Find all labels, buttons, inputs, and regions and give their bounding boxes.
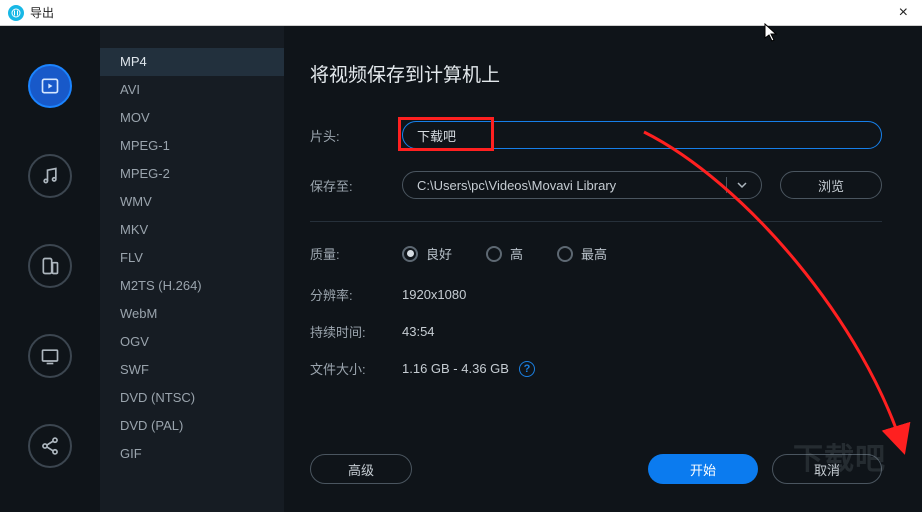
category-device-icon[interactable] bbox=[28, 244, 72, 288]
duration-row: 持续时间: 43:54 bbox=[310, 322, 882, 341]
quality-radio-1[interactable]: 高 bbox=[486, 244, 523, 263]
quality-radio-2[interactable]: 最高 bbox=[557, 244, 607, 263]
duration-label: 持续时间: bbox=[310, 322, 402, 341]
duration-value: 43:54 bbox=[402, 322, 435, 341]
category-video-icon[interactable] bbox=[28, 64, 72, 108]
format-item-mkv[interactable]: MKV bbox=[100, 216, 284, 244]
bottom-button-bar: 高级 开始 取消 bbox=[310, 454, 882, 484]
cancel-button[interactable]: 取消 bbox=[772, 454, 882, 484]
format-item-flv[interactable]: FLV bbox=[100, 244, 284, 272]
window-titlebar: 导出 × bbox=[0, 0, 922, 26]
format-item-dvd-pal-[interactable]: DVD (PAL) bbox=[100, 412, 284, 440]
format-item-swf[interactable]: SWF bbox=[100, 356, 284, 384]
title-input[interactable] bbox=[402, 121, 882, 149]
save-to-row: 保存至: C:\Users\pc\Videos\Movavi Library 浏… bbox=[310, 171, 882, 199]
settings-panel: 将视频保存到计算机上 片头: 保存至: C:\Users\pc\Videos\M… bbox=[284, 26, 922, 512]
format-item-webm[interactable]: WebM bbox=[100, 300, 284, 328]
title-label: 片头: bbox=[310, 126, 402, 145]
category-audio-icon[interactable] bbox=[28, 154, 72, 198]
title-row: 片头: bbox=[310, 121, 882, 149]
radio-dot-icon bbox=[557, 246, 573, 262]
quality-label: 质量: bbox=[310, 244, 402, 263]
app-body: MP4AVIMOVMPEG-1MPEG-2WMVMKVFLVM2TS (H.26… bbox=[0, 26, 922, 512]
category-share-icon[interactable] bbox=[28, 424, 72, 468]
filesize-value: 1.16 GB - 4.36 GB bbox=[402, 361, 509, 376]
divider bbox=[310, 221, 882, 222]
window-title: 导出 bbox=[30, 4, 54, 21]
format-item-ogv[interactable]: OGV bbox=[100, 328, 284, 356]
radio-label: 良好 bbox=[426, 244, 452, 263]
resolution-value: 1920x1080 bbox=[402, 285, 466, 304]
radio-dot-icon bbox=[402, 246, 418, 262]
format-item-m2ts-h-264-[interactable]: M2TS (H.264) bbox=[100, 272, 284, 300]
resolution-row: 分辨率: 1920x1080 bbox=[310, 285, 882, 304]
format-item-wmv[interactable]: WMV bbox=[100, 188, 284, 216]
category-tv-icon[interactable] bbox=[28, 334, 72, 378]
chevron-down-icon bbox=[726, 177, 747, 193]
format-list: MP4AVIMOVMPEG-1MPEG-2WMVMKVFLVM2TS (H.26… bbox=[100, 26, 284, 512]
radio-label: 高 bbox=[510, 244, 523, 263]
advanced-button[interactable]: 高级 bbox=[310, 454, 412, 484]
format-item-mpeg-1[interactable]: MPEG-1 bbox=[100, 132, 284, 160]
save-path-value: C:\Users\pc\Videos\Movavi Library bbox=[417, 178, 616, 193]
app-icon bbox=[8, 5, 24, 21]
help-icon[interactable]: ? bbox=[519, 361, 535, 377]
close-icon[interactable]: × bbox=[893, 4, 914, 22]
format-item-mov[interactable]: MOV bbox=[100, 104, 284, 132]
quality-row: 质量: 良好 高 最高 bbox=[310, 244, 882, 263]
filesize-label: 文件大小: bbox=[310, 359, 402, 378]
save-path-select[interactable]: C:\Users\pc\Videos\Movavi Library bbox=[402, 171, 762, 199]
save-to-label: 保存至: bbox=[310, 176, 402, 195]
cursor-icon bbox=[764, 23, 780, 43]
radio-label: 最高 bbox=[581, 244, 607, 263]
page-title: 将视频保存到计算机上 bbox=[310, 60, 882, 87]
filesize-row: 文件大小: 1.16 GB - 4.36 GB ? bbox=[310, 359, 882, 378]
quality-radio-group: 良好 高 最高 bbox=[402, 244, 607, 263]
category-iconbar bbox=[0, 26, 100, 512]
browse-button[interactable]: 浏览 bbox=[780, 171, 882, 199]
format-item-gif[interactable]: GIF bbox=[100, 440, 284, 468]
radio-dot-icon bbox=[486, 246, 502, 262]
resolution-label: 分辨率: bbox=[310, 285, 402, 304]
format-item-mp4[interactable]: MP4 bbox=[100, 48, 284, 76]
format-item-mpeg-2[interactable]: MPEG-2 bbox=[100, 160, 284, 188]
start-button[interactable]: 开始 bbox=[648, 454, 758, 484]
format-item-dvd-ntsc-[interactable]: DVD (NTSC) bbox=[100, 384, 284, 412]
format-item-avi[interactable]: AVI bbox=[100, 76, 284, 104]
quality-radio-0[interactable]: 良好 bbox=[402, 244, 452, 263]
